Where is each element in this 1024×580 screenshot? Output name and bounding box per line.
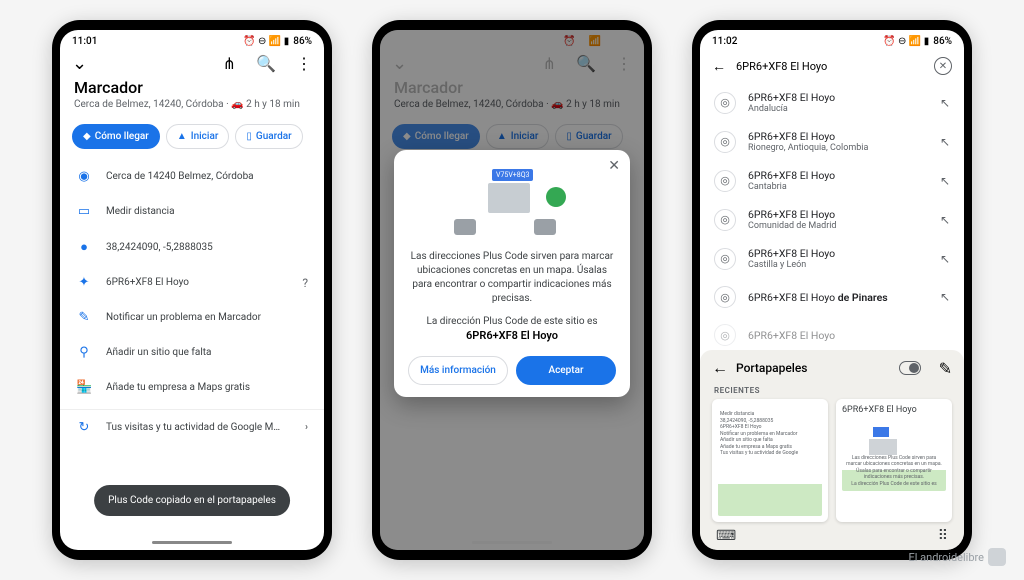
pluscode-icon: ✦ xyxy=(76,275,92,290)
save-button[interactable]: ▯Guardar xyxy=(235,124,302,149)
list-item[interactable]: ◎6PR6+XF8 El HoyoCantabria↖ xyxy=(700,161,964,200)
navigate-icon: ▲ xyxy=(177,131,187,142)
nav-hint[interactable] xyxy=(152,541,232,544)
start-button[interactable]: ▲Iniciar xyxy=(166,124,230,149)
insert-arrow-icon[interactable]: ↖ xyxy=(940,290,950,304)
list-item[interactable]: ◎6PR6+XF8 El HoyoComunidad de Madrid↖ xyxy=(700,200,964,239)
pin-icon: ◎ xyxy=(714,131,736,153)
globe-icon: ● xyxy=(76,239,92,255)
illus-tag: V75V+8Q3 xyxy=(492,169,533,181)
status-bar: 11:01 ⏰ ⊖ 📶 ▮ 86% xyxy=(60,30,324,49)
keyboard-hide-icon[interactable]: ⌨ xyxy=(716,528,736,544)
clip-card-screenshot-1[interactable]: Medir distancia 38,2424090, -5,2888035 6… xyxy=(712,399,828,522)
pin-icon: ◎ xyxy=(714,92,736,114)
pin-icon: ◎ xyxy=(714,170,736,192)
phone-1: 11:01 ⏰ ⊖ 📶 ▮ 86% ⌄ ⋔ 🔍 ⋮ Marcador Cerca … xyxy=(52,20,332,560)
watermark: El androidelibre xyxy=(908,548,1006,566)
status-time: 11:01 xyxy=(72,36,97,47)
list-item[interactable]: ◎6PR6+XF8 El Hoyo de Pinares↖ xyxy=(700,278,964,316)
back-icon[interactable]: ← xyxy=(712,58,726,75)
pin-icon: ◎ xyxy=(714,248,736,270)
insert-arrow-icon[interactable]: ↖ xyxy=(940,174,950,188)
keyboard-dots-icon[interactable]: ⠿ xyxy=(938,528,948,544)
clipboard-panel: ← Portapapeles ✎ RECIENTES Medir distanc… xyxy=(700,350,964,550)
place-subtitle: Cerca de Belmez, 14240, Córdoba · 🚗 2 h … xyxy=(74,99,310,110)
insert-arrow-icon[interactable]: ↖ xyxy=(940,213,950,227)
dialog-pluscode: 6PR6+XF8 El Hoyo xyxy=(408,329,616,342)
measure-row[interactable]: ▭Medir distancia xyxy=(60,194,324,229)
pluscode-dialog: ✕ V75V+8Q3 Las direcciones Plus Code sir… xyxy=(394,150,630,397)
report-row[interactable]: ✎Notificar un problema en Marcador xyxy=(60,300,324,335)
list-item[interactable]: ◎6PR6+XF8 El HoyoCastilla y León↖ xyxy=(700,239,964,278)
clipboard-section: RECIENTES xyxy=(700,386,964,399)
status-time: 11:02 xyxy=(712,36,737,47)
status-bar: 11:02 ⏰ ⊖ 📶 ▮86% xyxy=(700,30,964,49)
phone-2: 11:01 ⏰ ⊖ 📶 ▮86% ⌄ ⋔🔍⋮ Marcador Cerca de… xyxy=(372,20,652,560)
addbiz-row[interactable]: 🏪Añade tu empresa a Maps gratis xyxy=(60,370,324,405)
pin-icon: ◎ xyxy=(714,286,736,308)
pencil-icon: ✎ xyxy=(76,310,92,325)
dialog-body2: La dirección Plus Code de este sitio es xyxy=(408,316,616,327)
accept-button[interactable]: Aceptar xyxy=(516,356,616,385)
clipboard-title: Portapapeles xyxy=(736,361,891,375)
bookmark-icon: ▯ xyxy=(246,131,252,142)
back-icon[interactable]: ← xyxy=(712,358,728,378)
insert-arrow-icon[interactable]: ↖ xyxy=(940,135,950,149)
clip-card-text[interactable]: 6PR6+XF8 El Hoyo Las direcciones Plus Co… xyxy=(836,399,952,522)
nav-hint[interactable] xyxy=(472,541,552,544)
visits-row[interactable]: ↻Tus visitas y tu actividad de Google M…… xyxy=(60,409,324,445)
suggestions-list: ◎6PR6+XF8 El HoyoAndalucía↖ ◎6PR6+XF8 El… xyxy=(700,83,964,354)
addplace-row[interactable]: ⚲Añadir un sitio que falta xyxy=(60,335,324,370)
pluscode-row[interactable]: ✦6PR6+XF8 El Hoyo? xyxy=(60,265,324,300)
close-icon[interactable]: ✕ xyxy=(608,158,620,174)
store-icon: 🏪 xyxy=(76,380,92,395)
insert-arrow-icon[interactable]: ↖ xyxy=(940,252,950,266)
collapse-chevron-icon[interactable]: ⌄ xyxy=(72,53,87,74)
dialog-body: Las direcciones Plus Code sirven para ma… xyxy=(408,250,616,306)
coords-row[interactable]: ●38,2424090, -5,2888035 xyxy=(60,229,324,265)
pluscode-illustration: V75V+8Q3 xyxy=(408,162,616,242)
insert-arrow-icon[interactable]: ↖ xyxy=(940,96,950,110)
share-icon[interactable]: ⋔ xyxy=(223,54,236,73)
history-icon: ↻ xyxy=(76,420,92,435)
toggle[interactable] xyxy=(899,361,921,375)
help-icon[interactable]: ? xyxy=(302,276,308,290)
chevron-right-icon: › xyxy=(305,422,308,433)
pin-icon: ◎ xyxy=(714,324,736,346)
directions-icon: ◆ xyxy=(83,131,91,142)
more-info-button[interactable]: Más información xyxy=(408,356,508,385)
place-title: Marcador xyxy=(74,78,310,97)
directions-button[interactable]: ◆Cómo llegar xyxy=(72,124,160,149)
status-battery: 86% xyxy=(293,36,312,47)
toast: Plus Code copiado en el portapapeles xyxy=(94,485,290,516)
pencil-icon[interactable]: ✎ xyxy=(939,359,952,378)
list-item[interactable]: ◎6PR6+XF8 El HoyoAndalucía↖ xyxy=(700,83,964,122)
phone-3: 11:02 ⏰ ⊖ 📶 ▮86% ← ✕ ◎6PR6+XF8 El HoyoAn… xyxy=(692,20,972,560)
search-input[interactable] xyxy=(736,60,924,73)
search-icon[interactable]: 🔍 xyxy=(256,54,276,73)
list-item[interactable]: ◎6PR6+XF8 El Hoyo xyxy=(700,316,964,354)
ruler-icon: ▭ xyxy=(76,204,92,219)
address-row[interactable]: ◉Cerca de 14240 Belmez, Córdoba xyxy=(60,159,324,194)
list-item[interactable]: ◎6PR6+XF8 El HoyoRionegro, Antioquia, Co… xyxy=(700,122,964,161)
pin-icon: ◎ xyxy=(714,209,736,231)
clear-icon[interactable]: ✕ xyxy=(934,57,952,75)
android-icon xyxy=(988,548,1006,566)
overflow-icon[interactable]: ⋮ xyxy=(296,54,312,73)
pin-icon: ◉ xyxy=(76,169,92,184)
status-icons: ⏰ ⊖ 📶 ▮ xyxy=(243,36,289,47)
addpin-icon: ⚲ xyxy=(76,345,92,360)
